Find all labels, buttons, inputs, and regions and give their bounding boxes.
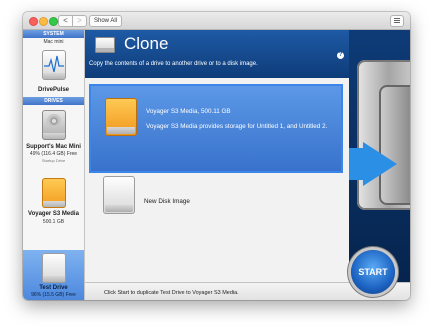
close-window-button[interactable] (29, 17, 38, 26)
new-disk-image-label: New Disk Image (144, 198, 190, 205)
list-view-button[interactable] (390, 15, 404, 27)
system-section-header: SYSTEM (23, 30, 84, 38)
external-drive-icon (42, 178, 66, 208)
minimize-window-button[interactable] (39, 17, 48, 26)
drivepulse-label: DrivePulse (37, 87, 70, 93)
system-name: Mac mini (43, 39, 64, 45)
forward-button[interactable]: > (72, 15, 87, 27)
drives-section-header: DRIVES (23, 97, 84, 105)
drive-detail: 500.1 GB (42, 219, 65, 225)
drive-icon (42, 253, 66, 283)
new-disk-image-card[interactable]: New Disk Image (89, 172, 339, 217)
clone-header: Clone ? Copy the contents of a drive to … (85, 30, 349, 78)
drive-icon (95, 37, 115, 53)
drive-detail: 96% (15.5 GB) Free (31, 292, 76, 298)
page-title: Clone (124, 34, 169, 53)
sidebar-item-test-drive[interactable]: Test Drive 96% (15.5 GB) Free (23, 250, 84, 300)
arrow-right-icon (363, 142, 397, 186)
app-window: < > Show All SYSTEM Mac mini DrivePulse … (23, 12, 410, 300)
external-drive-icon (105, 98, 137, 136)
destination-description: Voyager S3 Media provides storage for Un… (146, 123, 328, 130)
destination-name: Voyager S3 Media, 500.11 GB (146, 108, 231, 115)
zoom-window-button[interactable] (49, 17, 58, 26)
back-button[interactable]: < (58, 15, 73, 27)
status-text: Click Start to duplicate Test Drive to V… (104, 290, 239, 296)
drivepulse-icon (42, 50, 66, 80)
clone-artwork (349, 30, 410, 282)
drive-detail: 49% (116.4 GB) Free (29, 151, 78, 157)
help-button[interactable]: ? (337, 52, 344, 59)
start-button[interactable]: START (351, 250, 395, 294)
page-description: Copy the contents of a drive to another … (89, 61, 258, 67)
disk-image-icon (103, 176, 135, 214)
destination-drive-card[interactable]: Voyager S3 Media, 500.11 GB Voyager S3 M… (89, 84, 343, 173)
drive-name: Test Drive (39, 285, 68, 291)
sidebar: SYSTEM Mac mini DrivePulse DRIVES Suppor… (23, 30, 85, 300)
drive-name: Voyager S3 Media (28, 211, 79, 217)
hard-drive-icon (42, 110, 66, 140)
title-bar: < > Show All (23, 12, 410, 30)
main-panel: Clone ? Copy the contents of a drive to … (85, 30, 349, 300)
show-all-button[interactable]: Show All (89, 15, 123, 27)
drive-name: Support's Mac Mini (26, 144, 81, 150)
drive-note: Startup Drive (41, 158, 66, 163)
